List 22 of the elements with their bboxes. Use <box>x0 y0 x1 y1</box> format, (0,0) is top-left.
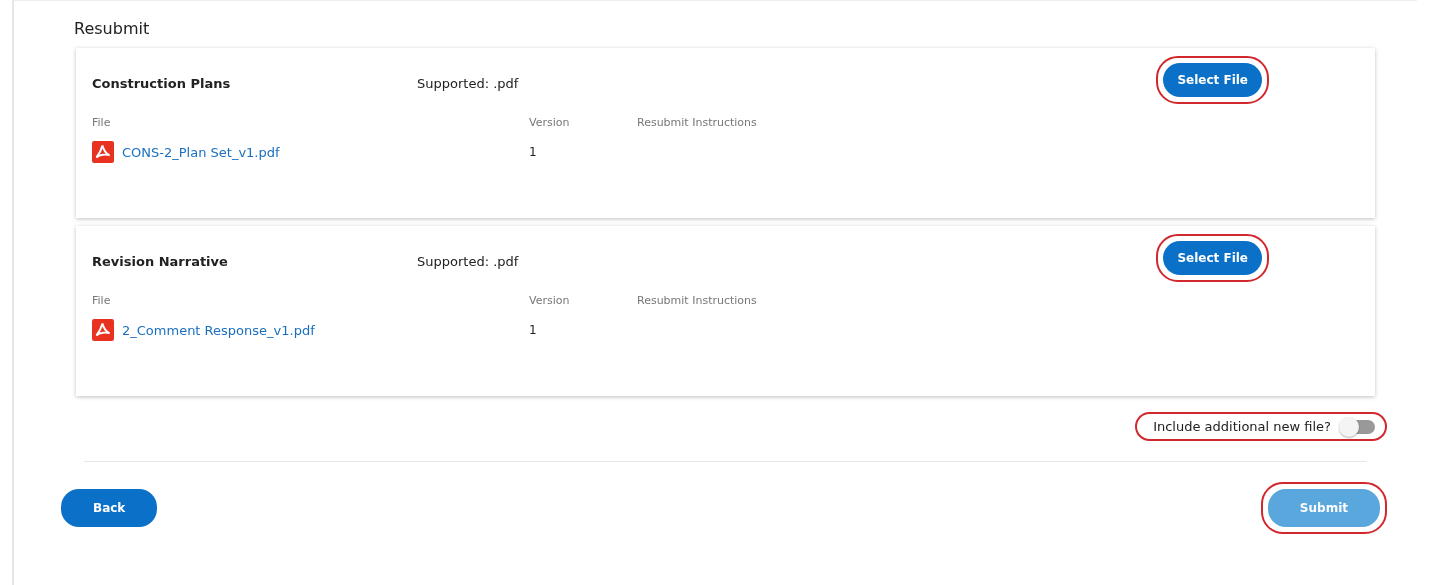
document-name: Construction Plans <box>92 75 231 91</box>
file-link[interactable]: CONS-2_Plan Set_v1.pdf <box>122 144 280 160</box>
back-button[interactable]: Back <box>61 489 158 527</box>
version-number: 1 <box>529 145 537 159</box>
column-header: Resubmit Instructions <box>637 294 757 307</box>
column-header: File <box>92 116 111 129</box>
version-number: 1 <box>529 323 537 337</box>
document-name: Revision Narrative <box>92 253 228 269</box>
select-file-button[interactable]: Select File <box>1163 241 1262 275</box>
supported-types: Supported: .pdf <box>417 75 519 91</box>
toggle-switch[interactable] <box>1341 419 1375 434</box>
column-header: Version <box>529 116 570 129</box>
file-link[interactable]: 2_Comment Response_v1.pdf <box>122 322 315 338</box>
column-header: File <box>92 294 111 307</box>
supported-types: Supported: .pdf <box>417 253 519 269</box>
section-title: Resubmit <box>74 19 151 38</box>
select-file-button[interactable]: Select File <box>1163 63 1262 97</box>
pdf-icon <box>92 141 114 163</box>
pdf-icon <box>92 319 114 341</box>
column-header: Version <box>529 294 570 307</box>
toggle-label: Include additional new file? <box>1153 419 1331 434</box>
column-header: Resubmit Instructions <box>637 116 757 129</box>
